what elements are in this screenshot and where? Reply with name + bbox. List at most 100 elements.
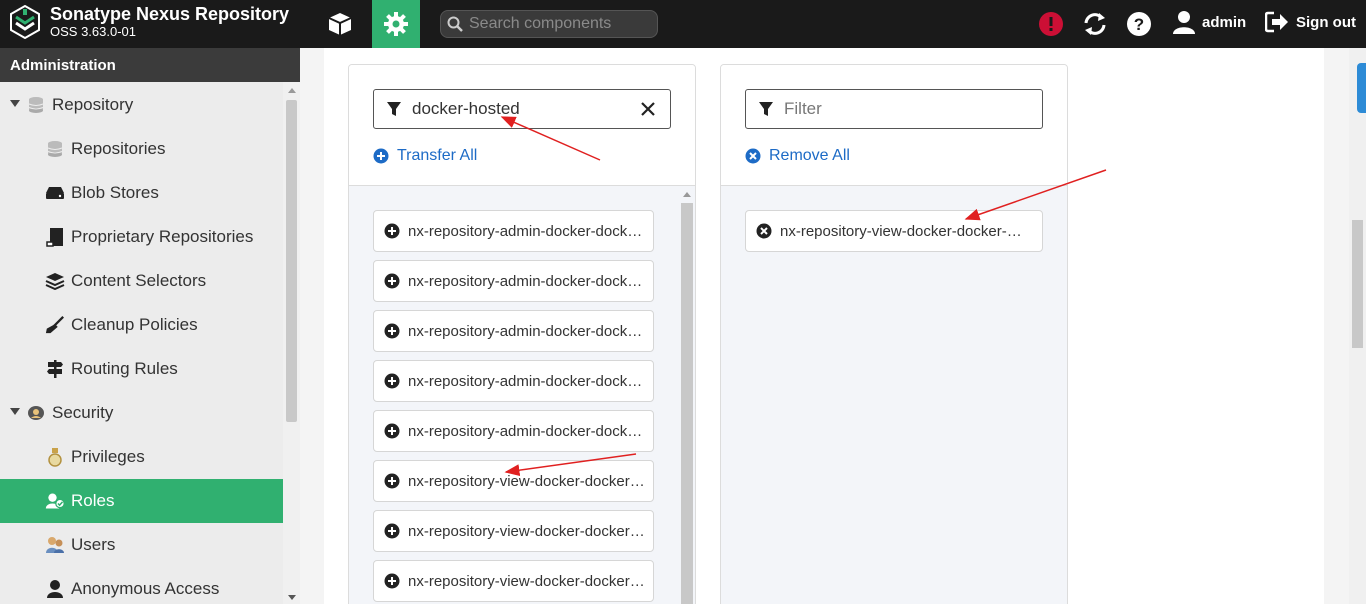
username: admin <box>1202 13 1247 31</box>
given-privilege-item[interactable]: nx-repository-view-docker-docker-hosted-… <box>745 210 1043 252</box>
svg-text:?: ? <box>1134 15 1144 34</box>
layers-icon <box>45 271 65 291</box>
transfer-all-button[interactable]: Transfer All <box>373 147 477 165</box>
given-panel-header: Remove All <box>721 65 1067 186</box>
given-list: nx-repository-view-docker-docker-hosted-… <box>721 186 1067 604</box>
available-privilege-item[interactable]: nx-repository-admin-docker-docker-hosted… <box>373 360 654 402</box>
users-icon <box>45 535 65 555</box>
available-list-scroll-thumb[interactable] <box>681 203 693 604</box>
available-privilege-item[interactable]: nx-repository-admin-docker-docker-hosted… <box>373 210 654 252</box>
transfer-all-label: Transfer All <box>397 147 478 164</box>
main-content: Transfer All nx-repository-admin-docker-… <box>324 48 1324 604</box>
sidebar-item-label: Security <box>52 403 114 422</box>
user-menu[interactable]: admin <box>1172 9 1246 35</box>
sidebar-group-repository[interactable]: Repository <box>0 83 283 127</box>
scroll-up-icon[interactable] <box>288 88 296 93</box>
page-scroll-thumb[interactable] <box>1352 220 1363 348</box>
plus-circle-icon[interactable] <box>384 523 400 539</box>
plus-circle-icon[interactable] <box>384 373 400 389</box>
given-privileges-panel: Remove All nx-repository-view-docker-doc… <box>720 64 1068 604</box>
close-icon[interactable] <box>640 101 656 117</box>
given-filter-input[interactable] <box>784 99 1004 119</box>
scroll-up-icon[interactable] <box>683 192 691 197</box>
brand[interactable]: Sonatype Nexus Repository OSS 3.63.0-01 <box>10 4 289 40</box>
sidebar-item-repositories[interactable]: Repositories <box>0 127 283 171</box>
page-scrollbar[interactable] <box>1349 48 1366 604</box>
available-privilege-item[interactable]: nx-repository-view-docker-docker-hosted-… <box>373 510 654 552</box>
available-filter-input[interactable] <box>412 99 632 119</box>
plus-circle-icon[interactable] <box>384 323 400 339</box>
sidebar-item-label: Cleanup Policies <box>71 315 198 334</box>
sidebar-item-users[interactable]: Users <box>0 523 283 567</box>
remove-all-label: Remove All <box>769 147 850 164</box>
sidebar-item-label: Content Selectors <box>71 271 207 290</box>
privilege-label: nx-repository-admin-docker-docker-hosted… <box>408 422 648 440</box>
sidebar-item-cleanup-policies[interactable]: Cleanup Policies <box>0 303 283 347</box>
broom-icon <box>45 315 65 335</box>
expand-arrow-icon[interactable] <box>10 408 20 415</box>
privilege-label: nx-repository-admin-docker-docker-hosted… <box>408 322 648 340</box>
system-alert-button[interactable] <box>1037 10 1065 38</box>
sidebar-item-label: Users <box>71 535 116 554</box>
sidebar-item-proprietary-repositories[interactable]: Proprietary Repositories <box>0 215 283 259</box>
plus-circle-icon[interactable] <box>384 223 400 239</box>
remove-all-button[interactable]: Remove All <box>745 147 850 165</box>
gear-icon <box>384 12 408 36</box>
help-button[interactable]: ? <box>1125 10 1153 38</box>
filter-icon <box>387 102 401 116</box>
browse-mode-button[interactable] <box>316 0 364 48</box>
sidebar-item-label: Routing Rules <box>71 359 178 378</box>
sidebar-item-blob-stores[interactable]: Blob Stores <box>0 171 283 215</box>
sidebar-item-label: Anonymous Access <box>71 579 220 598</box>
badge-icon <box>26 403 46 423</box>
app-version: OSS 3.63.0-01 <box>50 24 136 39</box>
scroll-down-icon[interactable] <box>288 595 296 600</box>
app-title: Sonatype Nexus Repository <box>50 4 290 24</box>
sidebar-item-label: Roles <box>71 491 115 510</box>
sidebar-scroll-thumb[interactable] <box>286 100 297 422</box>
available-list-scrollbar[interactable] <box>679 186 693 604</box>
sidebar-group-security[interactable]: Security <box>0 391 283 435</box>
sidebar-item-roles[interactable]: Roles <box>0 479 283 523</box>
x-circle-icon[interactable] <box>756 223 772 239</box>
privilege-label: nx-repository-view-docker-docker-hosted-… <box>780 222 1030 240</box>
sign-out-label: Sign out <box>1296 13 1356 31</box>
sidebar-item-privileges[interactable]: Privileges <box>0 435 283 479</box>
expand-arrow-icon[interactable] <box>10 100 20 107</box>
plus-circle-icon[interactable] <box>384 273 400 289</box>
search-input[interactable] <box>469 15 649 33</box>
sidebar-item-anonymous-access[interactable]: Anonymous Access <box>0 567 283 604</box>
sidebar-item-routing-rules[interactable]: Routing Rules <box>0 347 283 391</box>
privilege-label: nx-repository-view-docker-docker-hosted-… <box>408 472 648 490</box>
admin-mode-button[interactable] <box>372 0 420 48</box>
available-privilege-item[interactable]: nx-repository-admin-docker-docker-hosted… <box>373 260 654 302</box>
plus-circle-icon[interactable] <box>384 573 400 589</box>
database-icon <box>45 139 65 159</box>
refresh-button[interactable] <box>1081 10 1109 38</box>
sidebar-item-label: Repository <box>52 95 134 114</box>
sign-out-button[interactable]: Sign out <box>1265 11 1356 33</box>
sidebar-item-content-selectors[interactable]: Content Selectors <box>0 259 283 303</box>
privilege-label: nx-repository-view-docker-docker-hosted-… <box>408 522 648 540</box>
available-filter[interactable] <box>373 89 671 129</box>
available-privilege-item[interactable]: nx-repository-admin-docker-docker-hosted… <box>373 410 654 452</box>
x-circle-icon <box>745 148 761 164</box>
plus-circle-icon[interactable] <box>384 423 400 439</box>
help-icon: ? <box>1127 12 1151 36</box>
search-box[interactable] <box>440 10 658 38</box>
book-icon <box>45 227 65 247</box>
available-privilege-item[interactable]: nx-repository-view-docker-docker-hosted-… <box>373 460 654 502</box>
available-privilege-item[interactable]: nx-repository-view-docker-docker-hosted-… <box>373 560 654 602</box>
available-privilege-item[interactable]: nx-repository-admin-docker-docker-hosted… <box>373 310 654 352</box>
user-group-icon <box>45 491 65 511</box>
plus-circle-icon <box>373 148 389 164</box>
plus-circle-icon[interactable] <box>384 473 400 489</box>
refresh-icon <box>1084 13 1106 35</box>
sidebar-scrollbar[interactable] <box>283 82 300 604</box>
available-panel-header: Transfer All <box>349 65 695 186</box>
privilege-label: nx-repository-admin-docker-docker-hosted… <box>408 222 648 240</box>
available-privileges-panel: Transfer All nx-repository-admin-docker-… <box>348 64 696 604</box>
given-filter[interactable] <box>745 89 1043 129</box>
available-list: nx-repository-admin-docker-docker-hosted… <box>349 186 695 604</box>
sidebar-item-label: Privileges <box>71 447 145 466</box>
